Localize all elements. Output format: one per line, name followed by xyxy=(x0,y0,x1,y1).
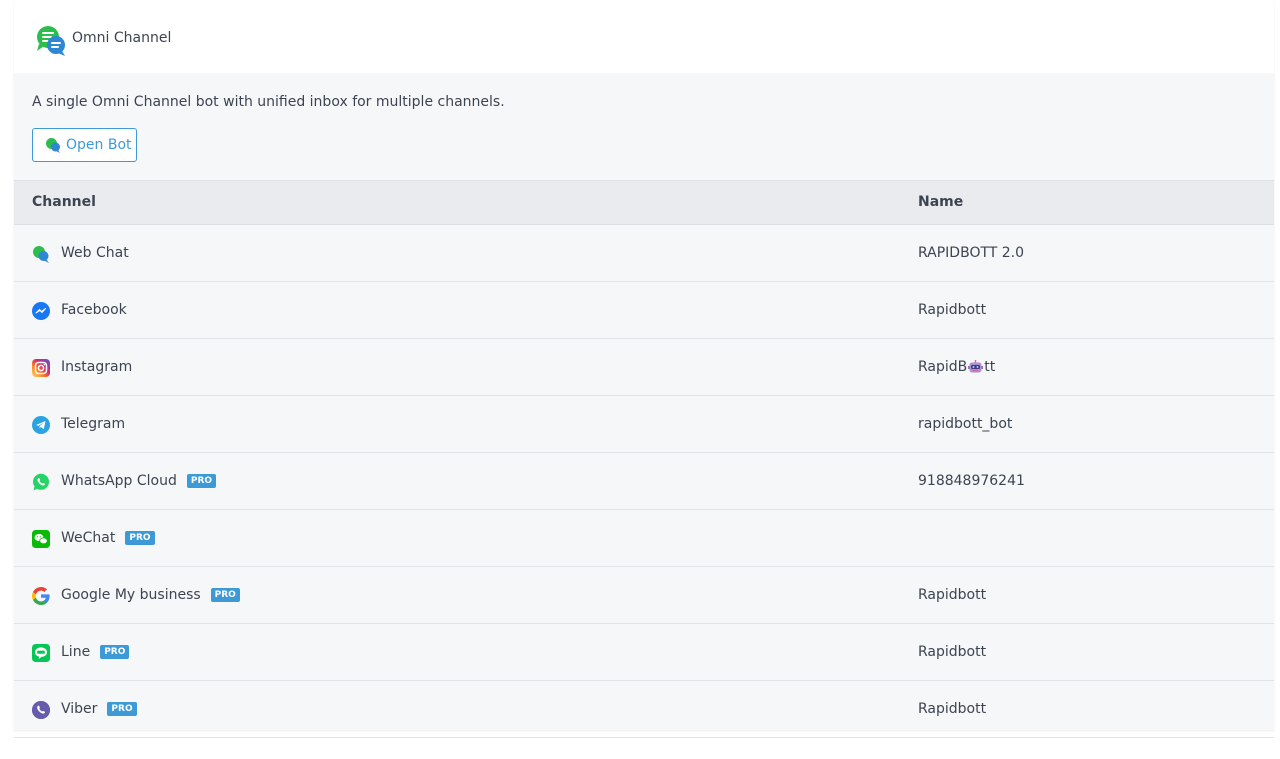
channel-name-text: Google My business xyxy=(61,587,201,603)
bot-name: RAPIDBOTT 2.0 xyxy=(918,245,1025,261)
pro-badge: PRO xyxy=(210,588,240,602)
bot-description: A single Omni Channel bot with unified i… xyxy=(32,94,505,110)
pro-badge: PRO xyxy=(186,474,217,488)
table-header: Channel Name xyxy=(14,180,1274,225)
column-header-name: Name xyxy=(918,194,964,210)
channel-name-text: Web Chat xyxy=(61,245,129,261)
channel-name-text: Telegram xyxy=(61,416,126,432)
channel-label: Telegram xyxy=(61,416,125,432)
channel-label: Line PRO xyxy=(61,644,130,660)
table-row[interactable]: Google My business PRO Rapidbott xyxy=(14,567,1274,624)
channel-name-text: Facebook xyxy=(61,302,127,318)
bot-name-prefix: RapidB xyxy=(918,359,968,375)
line-icon xyxy=(32,644,50,662)
channels-table: Channel Name Web Chat RAPIDBOTT 2.0 Face… xyxy=(14,180,1274,738)
open-bot-label: Open Bot xyxy=(66,137,132,153)
channel-name-text: Line xyxy=(61,644,91,660)
table-row[interactable]: Telegram rapidbott_bot xyxy=(14,396,1274,453)
google-icon xyxy=(32,587,50,605)
bot-name: Rapidbott xyxy=(918,644,987,660)
omni-chat-bubbles-icon xyxy=(37,26,65,56)
channel-label: WhatsApp Cloud PRO xyxy=(61,473,217,489)
bot-name: Rapidbott xyxy=(918,302,987,318)
pro-badge: PRO xyxy=(100,645,130,659)
whatsapp-icon xyxy=(33,473,49,491)
telegram-icon xyxy=(32,416,50,434)
table-row[interactable]: Instagram RapidB tt xyxy=(14,339,1274,396)
card-header: Omni Channel xyxy=(14,0,1274,73)
table-row[interactable]: Web Chat RAPIDBOTT 2.0 xyxy=(14,225,1274,282)
bot-name: RapidB tt xyxy=(918,359,995,375)
pro-badge: PRO xyxy=(107,702,137,716)
channel-label: WeChat PRO xyxy=(61,530,155,546)
table-row[interactable]: WhatsApp Cloud PRO 918848976241 xyxy=(14,453,1274,510)
table-row[interactable]: Facebook Rapidbott xyxy=(14,282,1274,339)
wechat-icon xyxy=(32,530,50,548)
channel-name-text: Instagram xyxy=(61,359,133,375)
webchat-bubbles-icon xyxy=(46,138,60,153)
bot-name: Rapidbott xyxy=(918,587,987,603)
webchat-icon xyxy=(33,246,49,263)
table-row[interactable]: Viber PRO Rapidbott xyxy=(14,681,1274,738)
table-row[interactable]: WeChat PRO xyxy=(14,510,1274,567)
channel-label: Google My business PRO xyxy=(61,587,240,603)
table-row[interactable]: Line PRO Rapidbott xyxy=(14,624,1274,681)
page-title: Omni Channel xyxy=(72,30,172,46)
bot-name-suffix: tt xyxy=(984,359,996,375)
viber-icon xyxy=(32,701,50,719)
instagram-icon xyxy=(32,359,50,377)
channel-name-text: Viber xyxy=(61,701,98,717)
bot-name: rapidbott_bot xyxy=(918,416,1013,432)
column-header-channel: Channel xyxy=(32,194,96,210)
open-bot-button[interactable]: Open Bot xyxy=(32,128,137,162)
channel-label: Viber PRO xyxy=(61,701,137,717)
channel-label: Web Chat xyxy=(61,245,129,261)
channel-label: Instagram xyxy=(61,359,132,375)
pro-badge: PRO xyxy=(125,531,155,545)
bot-name: Rapidbott xyxy=(918,701,987,717)
robot-emoji-icon xyxy=(968,360,984,373)
channel-name-text: WhatsApp Cloud xyxy=(61,473,177,489)
channel-name-text: WeChat xyxy=(61,530,116,546)
omni-channel-card: Omni Channel A single Omni Channel bot w… xyxy=(14,0,1274,738)
messenger-icon xyxy=(32,302,50,320)
bot-name: 918848976241 xyxy=(918,473,1025,489)
channel-label: Facebook xyxy=(61,302,127,318)
